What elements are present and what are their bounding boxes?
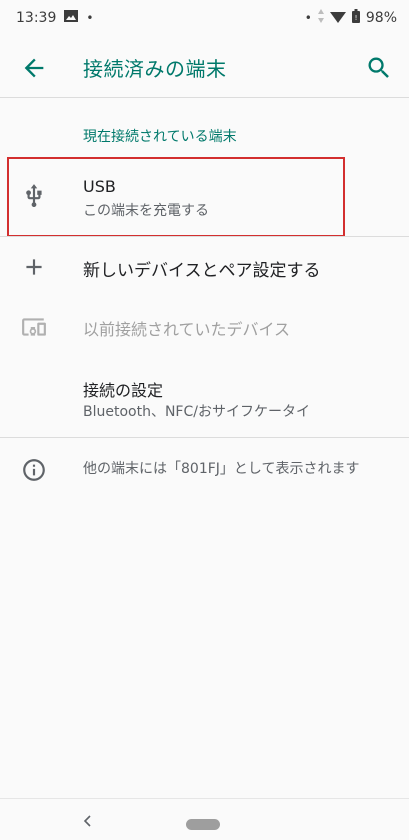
search-icon[interactable] xyxy=(365,54,393,82)
connection-preferences-subtitle: Bluetooth、NFC/おサイフケータイ xyxy=(83,404,310,420)
section-header: 現在接続されている端末 xyxy=(83,129,237,145)
previously-connected-title: 以前接続されていたデバイス xyxy=(83,320,291,339)
arrow-back-icon[interactable] xyxy=(20,54,48,82)
notification-dot-icon: • xyxy=(86,11,94,25)
status-right: • ! 98% xyxy=(305,9,397,27)
wifi-icon xyxy=(329,10,346,27)
page-title: 接続済みの端末 xyxy=(83,57,227,81)
status-dot: • xyxy=(304,11,312,25)
data-arrows-icon xyxy=(317,9,324,27)
usb-device-item[interactable]: USB この端末を充電する xyxy=(0,157,409,237)
previously-connected-item[interactable]: 以前接続されていたデバイス xyxy=(0,297,409,357)
pair-new-device-item[interactable]: 新しいデバイスとペア設定する xyxy=(0,237,409,297)
device-name-info: 他の端末には「801FJ」として表示されます xyxy=(0,438,409,518)
usb-subtitle: この端末を充電する xyxy=(83,203,209,219)
connection-preferences-item[interactable]: 接続の設定 Bluetooth、NFC/おサイフケータイ xyxy=(0,357,409,437)
info-icon xyxy=(21,457,47,483)
status-bar: 13:39 • • ! 98% xyxy=(0,0,409,36)
nav-home-pill-icon[interactable] xyxy=(186,819,220,830)
plus-icon xyxy=(21,254,47,280)
battery-icon: ! xyxy=(351,9,360,27)
status-time: 13:39 xyxy=(16,10,57,26)
device-name-info-text: 他の端末には「801FJ」として表示されます xyxy=(83,461,360,477)
svg-text:!: ! xyxy=(354,14,357,22)
connection-preferences-title: 接続の設定 xyxy=(83,381,164,400)
navigation-bar xyxy=(0,798,409,840)
pair-new-device-title: 新しいデバイスとペア設定する xyxy=(83,261,321,281)
usb-icon xyxy=(21,183,47,209)
image-icon xyxy=(64,10,79,26)
devices-icon xyxy=(21,314,47,340)
status-left: 13:39 • xyxy=(16,10,93,26)
nav-back-icon[interactable] xyxy=(80,813,96,829)
battery-percent: 98% xyxy=(365,10,397,26)
app-bar: 接続済みの端末 xyxy=(0,36,409,98)
usb-title: USB xyxy=(83,177,116,196)
